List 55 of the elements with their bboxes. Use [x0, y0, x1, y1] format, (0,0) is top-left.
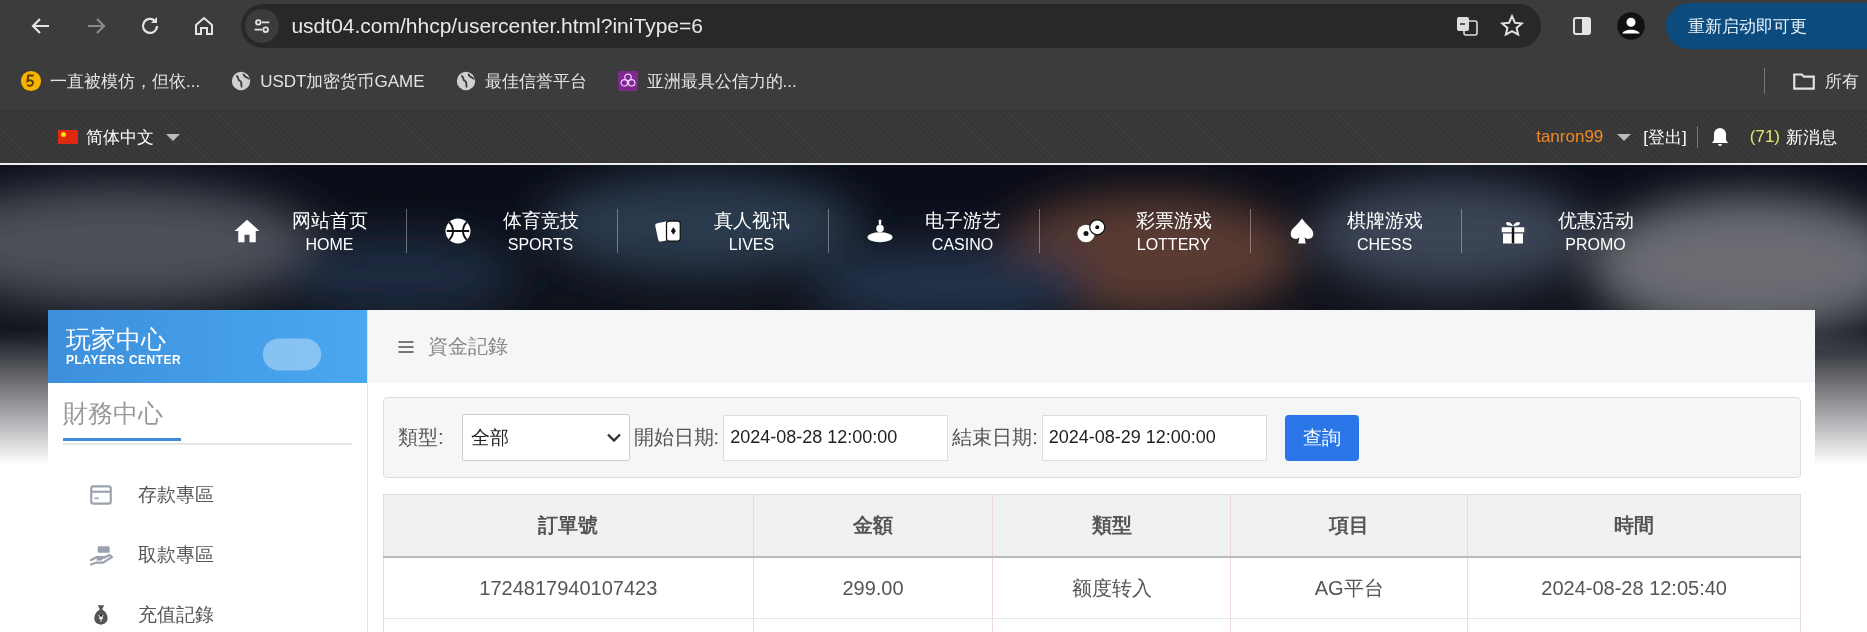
nav-item[interactable]: 网站首页 HOME [195, 209, 406, 253]
message-count: (71) [1749, 127, 1780, 147]
start-date-field[interactable]: 2024-08-28 12:00:00 [723, 414, 949, 461]
flag-icon [58, 130, 78, 144]
bookmark[interactable]: 一直被模仿，但依... [16, 65, 205, 97]
field-label: 類型: [398, 425, 444, 450]
language-selector[interactable]: 简体中文 [56, 123, 182, 151]
column-header: 時間 [1467, 494, 1801, 557]
sidebar-title: 玩家中心 [66, 325, 167, 354]
table-cell: AG平台 [1230, 557, 1468, 619]
sidebar-item[interactable]: 存款專區 [88, 465, 367, 525]
logout-link[interactable]: [登出] [1643, 125, 1687, 149]
nav-item[interactable]: 电子游艺 CASINO [828, 209, 1039, 253]
globe-icon [230, 70, 253, 92]
field-label: 結束日期: [952, 425, 1038, 450]
sidebar-item[interactable]: 取款專區 [88, 525, 367, 585]
sidebar-item[interactable]: 充值記錄 [88, 585, 367, 632]
section-title: 財務中心 [63, 397, 181, 441]
bookmarks-folder[interactable]: 所有 [1787, 64, 1863, 98]
nav-item[interactable]: 体育竞技 SPORTS [406, 209, 617, 253]
nav-item[interactable]: 优惠活动 PROMO [1461, 209, 1672, 253]
nav-item[interactable]: 真人视讯 LIVES [617, 209, 828, 253]
query-button[interactable]: 查詢 [1284, 414, 1359, 461]
messages-link[interactable]: 新消息 [1786, 125, 1837, 149]
translate-icon[interactable] [1454, 14, 1479, 38]
column-header: 訂單號 [383, 494, 754, 557]
bookmark-star-icon[interactable] [1498, 13, 1525, 39]
table-cell: 1724817940107423 [383, 557, 754, 619]
nav-item[interactable]: 棋牌游戏 CHESS [1250, 209, 1461, 253]
address-bar[interactable]: usdt04.com/hhcp/usercenter.html?iniType=6 [241, 4, 1541, 48]
table-cell: 额度转入 [992, 557, 1231, 619]
bookmark[interactable]: 亚洲最具公信力的... [612, 65, 801, 97]
caret-icon [1617, 133, 1632, 141]
bookmark[interactable]: 最佳信誉平台 [450, 65, 591, 97]
column-header: 項目 [1230, 494, 1468, 557]
update-button[interactable]: 重新启动即可更 [1666, 3, 1867, 49]
username-link[interactable]: tanron99 [1534, 125, 1606, 149]
caret-icon [166, 133, 180, 141]
column-header: 金額 [753, 494, 993, 557]
sidebar-subtitle: PLAYERS CENTER [66, 353, 183, 368]
column-header: 類型 [992, 494, 1231, 557]
type-dropdown[interactable]: 全部 [461, 414, 630, 461]
breadcrumb-title: 資金記錄 [428, 334, 508, 359]
table-cell: 2024-08-28 12:05:40 [1467, 557, 1801, 619]
card-icon [88, 482, 114, 508]
table-cell: 299.00 [753, 557, 993, 619]
flower-icon [616, 70, 639, 92]
globe-icon [454, 70, 477, 92]
end-date-field[interactable]: 2024-08-29 12:00:00 [1041, 414, 1267, 461]
field-label: 開始日期: [633, 425, 720, 450]
profile-icon[interactable] [1615, 11, 1646, 41]
bookmark[interactable]: USDT加密货币GAME [226, 65, 429, 97]
chevron-down-icon [606, 433, 621, 442]
url-text: usdt04.com/hhcp/usercenter.html?iniType=6 [291, 14, 704, 38]
coin-icon [20, 70, 42, 92]
